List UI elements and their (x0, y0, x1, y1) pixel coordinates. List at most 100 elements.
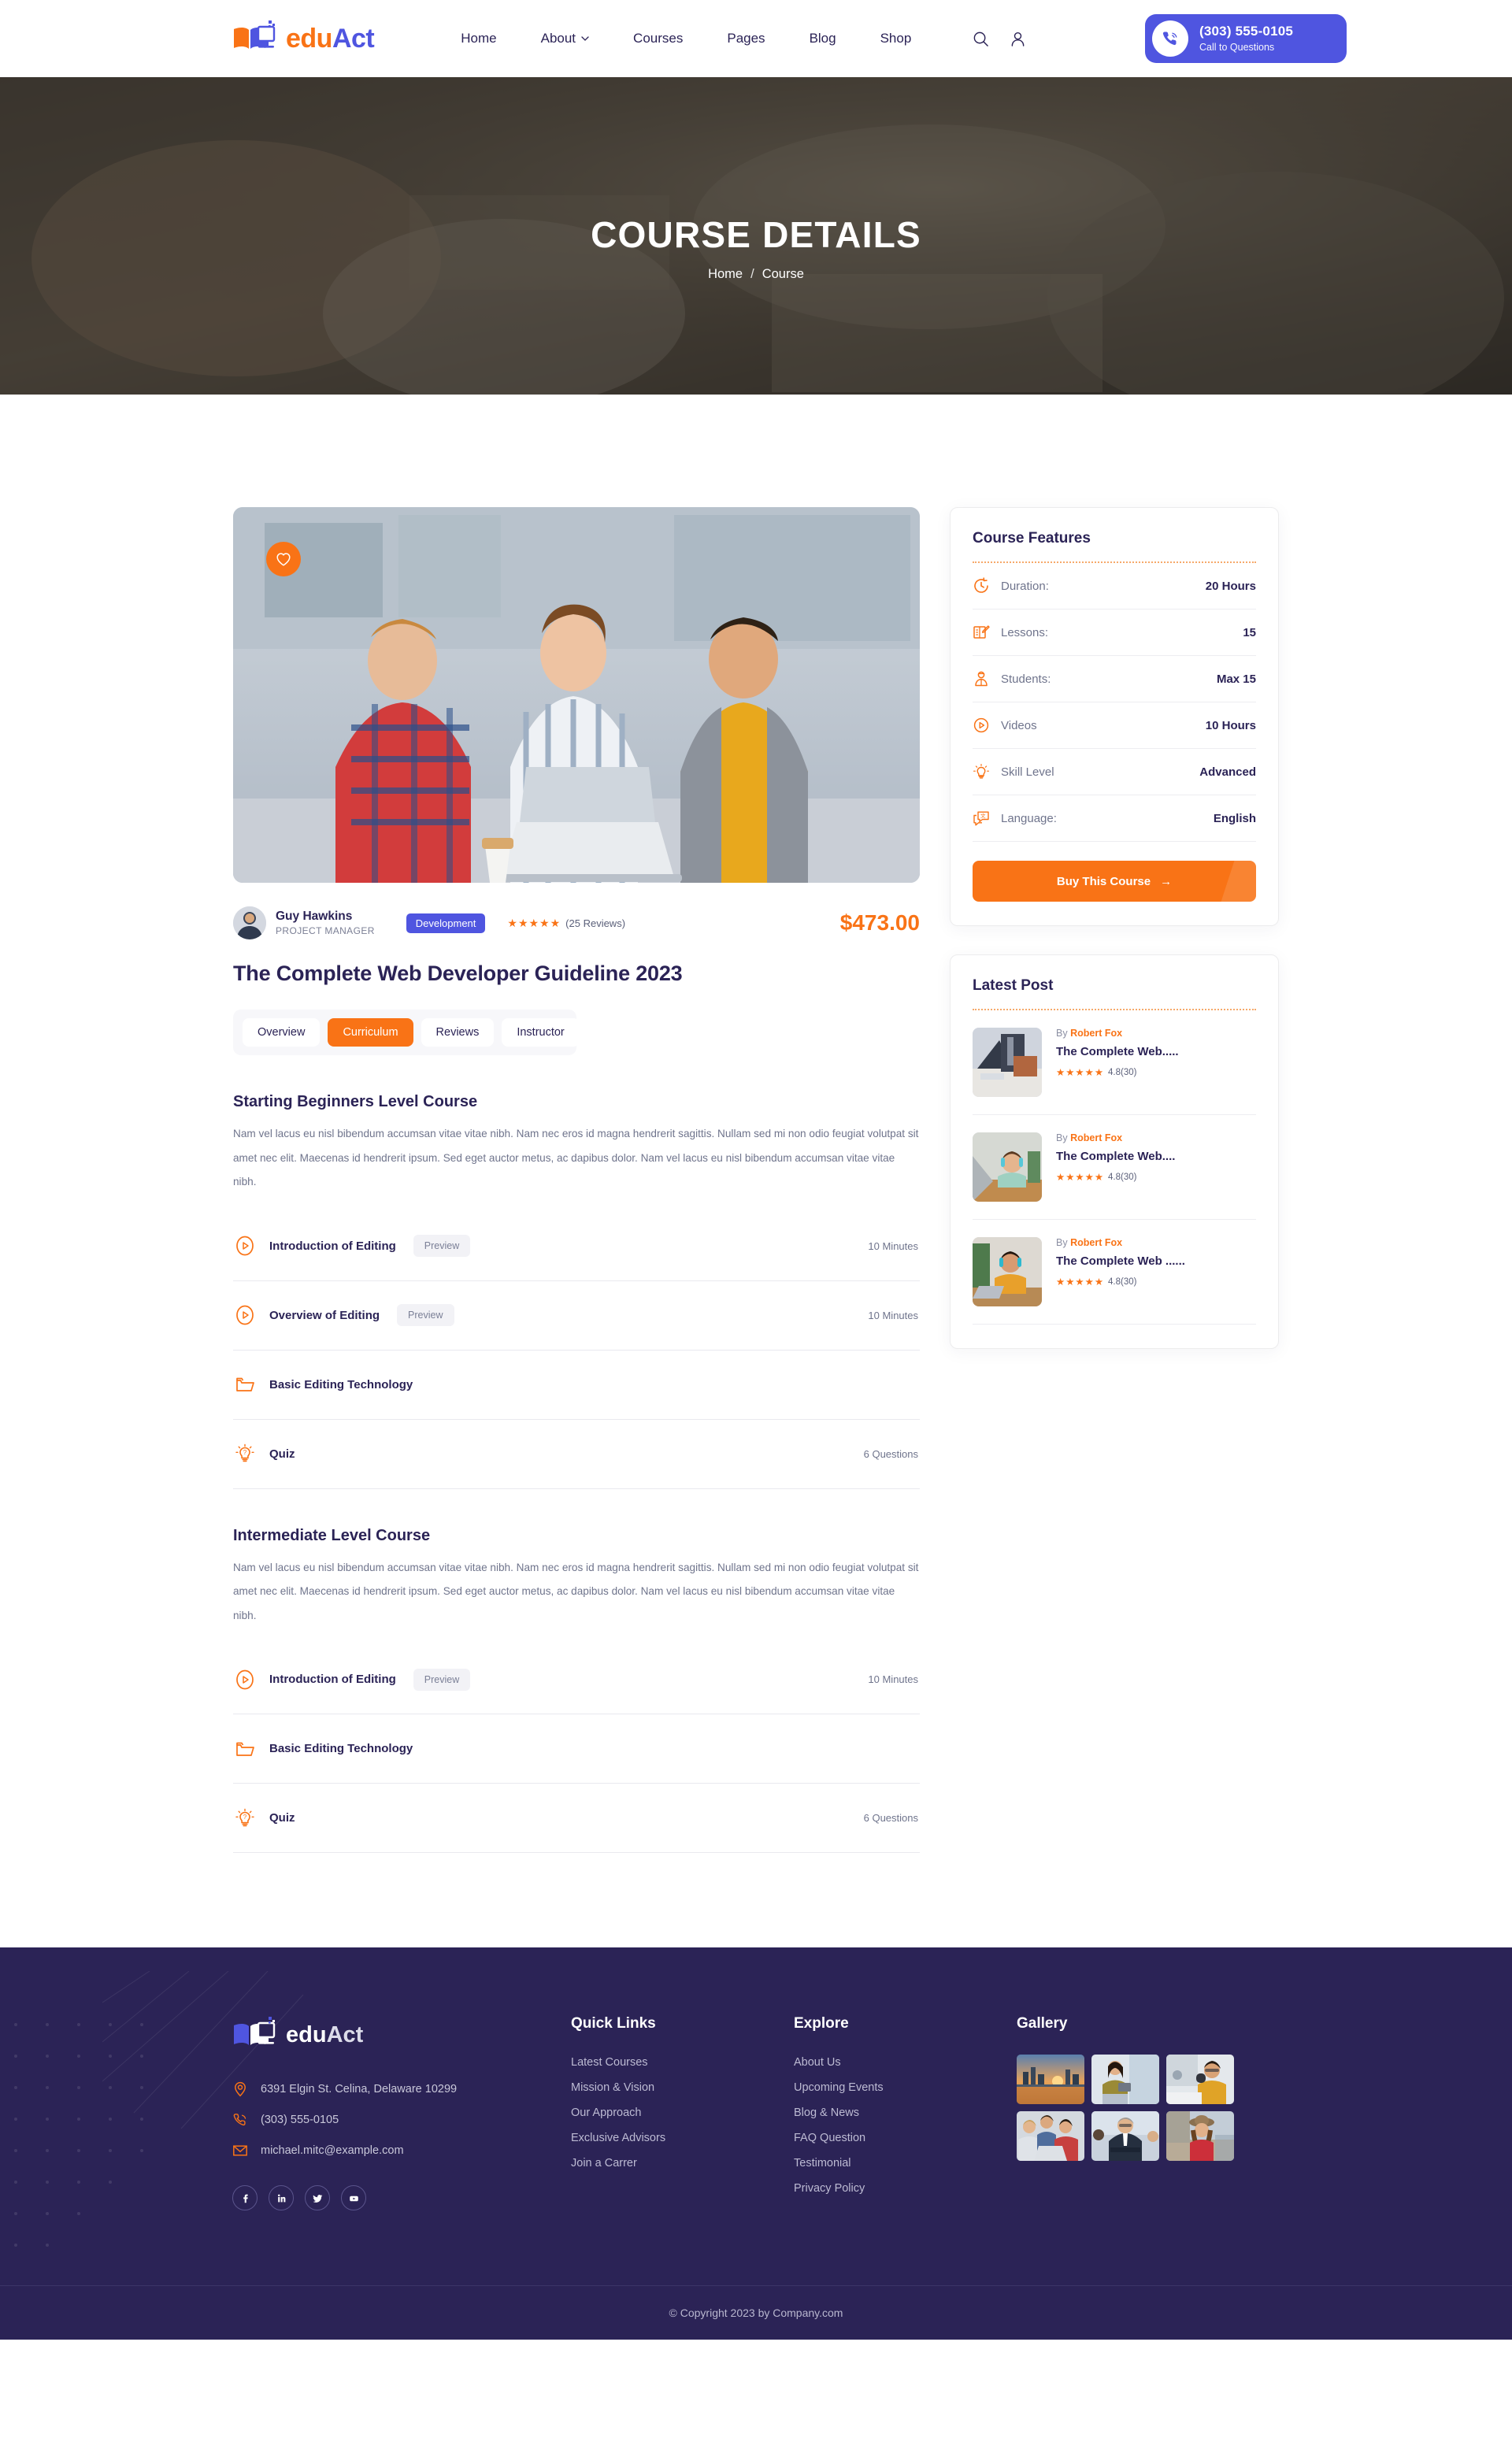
post-item[interactable]: By Robert Fox The Complete Web.... ★★★★★… (973, 1115, 1256, 1220)
preview-chip[interactable]: Preview (397, 1304, 454, 1327)
latest-post-widget: Latest Post By Robert Fox The Complete W… (950, 954, 1279, 1349)
footer-column-title: Quick Links (571, 2015, 656, 2032)
rating-stars: ★★★★★ (507, 916, 561, 929)
nav-item-courses[interactable]: Courses (633, 31, 683, 46)
lesson-duration: 10 Minutes (868, 1673, 918, 1686)
footer-email[interactable]: michael.mitc@example.com (232, 2143, 571, 2158)
footer-quick-links-column: Quick Links Latest Courses Mission & Vis… (571, 2015, 794, 2210)
preview-chip[interactable]: Preview (413, 1235, 471, 1258)
nav-item-blog[interactable]: Blog (810, 31, 836, 46)
footer-logo[interactable]: eduAct (232, 2015, 571, 2055)
tab-instructor[interactable]: Instructor (502, 1018, 580, 1047)
course-author[interactable]: Guy Hawkins PROJECT MANAGER (233, 906, 375, 939)
post-author: Robert Fox (1070, 1028, 1123, 1039)
gallery-item[interactable] (1017, 2055, 1084, 2105)
eduact-logo-icon (234, 20, 276, 49)
tab-reviews[interactable]: Reviews (421, 1018, 495, 1047)
gallery-item[interactable] (1166, 2111, 1234, 2162)
lesson-name: Introduction of Editing (269, 1673, 396, 1687)
students-photo (233, 507, 920, 883)
tab-curriculum[interactable]: Curriculum (328, 1018, 413, 1047)
twitter-icon[interactable] (305, 2185, 330, 2211)
footer-link-exclusive-advisors[interactable]: Exclusive Advisors (571, 2132, 794, 2144)
footer-link-privacy-policy[interactable]: Privacy Policy (794, 2182, 1017, 2195)
svg-text:?: ? (243, 1814, 247, 1821)
nav-label: Courses (633, 31, 684, 46)
post-thumbnail (973, 1237, 1042, 1306)
lesson-row[interactable]: ? Quiz 6 Questions (233, 1420, 920, 1489)
course-features-widget: Course Features Duration: 20 Hours Lesso… (950, 507, 1279, 926)
page-root: eduAct Home About Courses Pages Blog Sho… (0, 0, 1512, 2340)
post-photo (973, 1028, 1042, 1097)
breadcrumb-home[interactable]: Home (708, 267, 743, 282)
gallery-item[interactable] (1166, 2055, 1234, 2105)
tab-overview[interactable]: Overview (243, 1018, 321, 1047)
footer-explore-column: Explore About Us Upcoming Events Blog & … (794, 2015, 1017, 2210)
footer-link-our-approach[interactable]: Our Approach (571, 2107, 794, 2119)
course-featured-image (233, 507, 920, 883)
logo-edu: edu (286, 24, 332, 54)
buy-this-course-button[interactable]: Buy This Course → (973, 861, 1256, 902)
footer-logo-edu: edu (286, 2021, 327, 2047)
footer-social-links (232, 2185, 571, 2211)
feature-label: Videos (1001, 718, 1037, 732)
feature-label: Skill Level (1001, 765, 1054, 779)
post-author: Robert Fox (1070, 1237, 1123, 1248)
nav-item-pages[interactable]: Pages (727, 31, 765, 46)
youtube-icon[interactable] (341, 2185, 366, 2211)
lesson-row[interactable]: Basic Editing Technology (233, 1714, 920, 1784)
footer-link-about-us[interactable]: About Us (794, 2056, 1017, 2069)
feature-row-language: 文 Language: English (973, 795, 1256, 842)
nav-item-home[interactable]: Home (461, 31, 496, 46)
footer-link-faq-question[interactable]: FAQ Question (794, 2132, 1017, 2144)
user-icon[interactable] (1010, 31, 1026, 47)
favorite-button[interactable] (266, 542, 301, 576)
nav-label: Shop (880, 31, 912, 46)
category-badge[interactable]: Development (406, 913, 486, 933)
footer-link-join-a-carrer[interactable]: Join a Carrer (571, 2157, 794, 2170)
call-phone-number: (303) 555-0105 (1199, 24, 1294, 39)
lesson-row[interactable]: Basic Editing Technology (233, 1351, 920, 1420)
lesson-row[interactable]: Introduction of Editing Preview 10 Minut… (233, 1212, 920, 1281)
footer-address[interactable]: 6391 Elgin St. Celina, Delaware 10299 (232, 2081, 571, 2097)
rating-stars: ★★★★★ (1056, 1067, 1105, 1078)
post-item[interactable]: By Robert Fox The Complete Web..... ★★★★… (973, 1010, 1256, 1115)
feature-value: English (1213, 811, 1256, 825)
nav-item-shop[interactable]: Shop (880, 31, 912, 46)
footer-link-mission-vision[interactable]: Mission & Vision (571, 2081, 794, 2094)
post-title: The Complete Web ...... (1056, 1254, 1185, 1268)
lesson-row[interactable]: Overview of Editing Preview 10 Minutes (233, 1281, 920, 1351)
lesson-name: Quiz (269, 1447, 295, 1461)
nav-item-about[interactable]: About (541, 31, 589, 46)
call-to-questions-button[interactable]: (303) 555-0105 Call to Questions (1145, 14, 1347, 63)
footer-link-upcoming-events[interactable]: Upcoming Events (794, 2081, 1017, 2094)
lesson-row[interactable]: ? Quiz 6 Questions (233, 1784, 920, 1854)
nav-label: Home (461, 31, 497, 46)
footer-link-testimonial[interactable]: Testimonial (794, 2157, 1017, 2170)
linkedin-icon[interactable] (269, 2185, 294, 2211)
gallery-item[interactable] (1091, 2111, 1159, 2162)
copyright-text: © Copyright 2023 by Company.com (669, 2307, 843, 2320)
post-rating: ★★★★★ 4.8(30) (1056, 1171, 1175, 1183)
lesson-row[interactable]: Introduction of Editing Preview 10 Minut… (233, 1645, 920, 1715)
site-logo[interactable]: eduAct (232, 19, 375, 58)
footer-link-blog-news[interactable]: Blog & News (794, 2107, 1017, 2119)
footer-link-latest-courses[interactable]: Latest Courses (571, 2056, 794, 2069)
lesson-name: Basic Editing Technology (269, 1742, 413, 1756)
footer-link-list: About Us Upcoming Events Blog & News FAQ… (794, 2056, 1017, 2195)
gallery-item[interactable] (1017, 2111, 1084, 2162)
facebook-icon[interactable] (232, 2185, 258, 2211)
lesson-questions: 6 Questions (863, 1447, 918, 1460)
rating-value: 4.8(30) (1108, 1277, 1137, 1287)
footer-phone[interactable]: (303) 555-0105 (232, 2112, 571, 2128)
search-icon[interactable] (973, 31, 989, 47)
post-item[interactable]: By Robert Fox The Complete Web ...... ★★… (973, 1220, 1256, 1325)
footer-address-text: 6391 Elgin St. Celina, Delaware 10299 (261, 2083, 458, 2096)
post-author-line: By Robert Fox (1056, 1132, 1175, 1143)
gallery-item[interactable] (1091, 2055, 1159, 2105)
play-circle-icon (236, 1236, 254, 1256)
preview-chip[interactable]: Preview (413, 1668, 471, 1691)
nav-label: Blog (809, 31, 836, 46)
feature-value: 20 Hours (1205, 579, 1256, 593)
gallery-photo-student-desk (1166, 2055, 1234, 2105)
